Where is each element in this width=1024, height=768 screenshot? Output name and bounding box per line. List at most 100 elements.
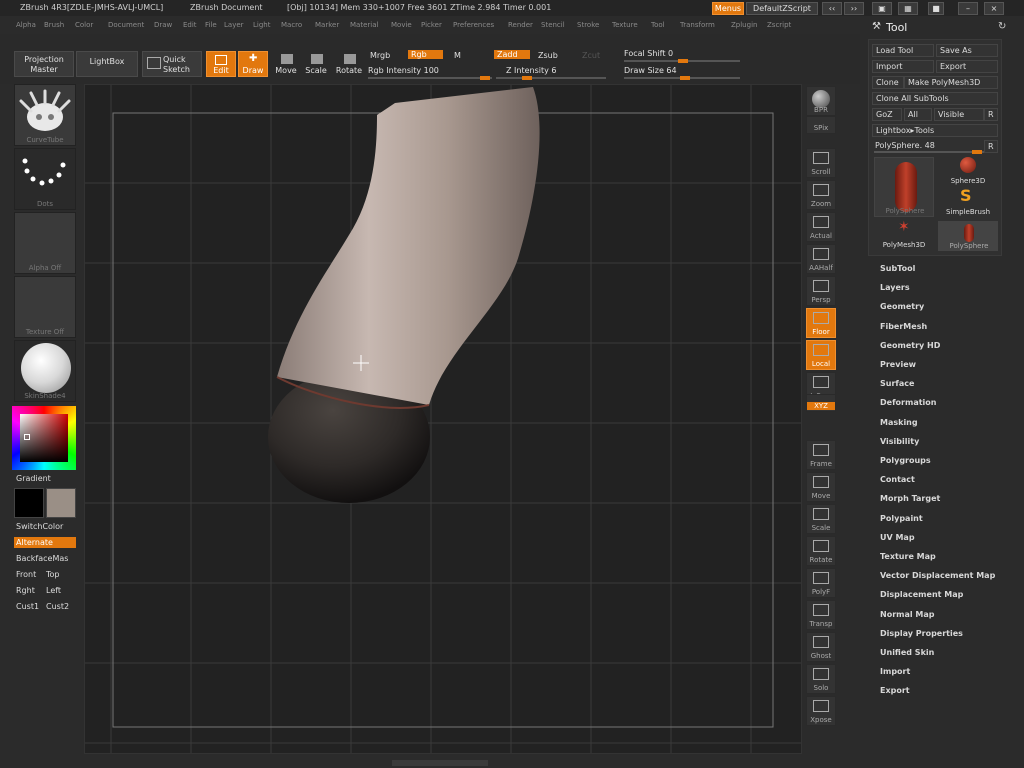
menu-stroke[interactable]: Stroke — [577, 21, 599, 29]
draw-button[interactable]: ✚ Draw — [238, 51, 268, 77]
secondary-color-swatch[interactable] — [46, 488, 76, 518]
minimize-icon[interactable]: – — [958, 2, 978, 15]
section-polygroups[interactable]: Polygroups — [880, 456, 931, 465]
right-view-button[interactable]: Rght — [14, 585, 37, 596]
top-view-button[interactable]: Top — [44, 569, 62, 580]
section-deformation[interactable]: Deformation — [880, 398, 936, 407]
rgb-toggle[interactable]: Rgb — [408, 50, 443, 59]
front-view-button[interactable]: Front — [14, 569, 38, 580]
focal-shift-knob[interactable] — [678, 59, 688, 63]
menu-tool[interactable]: Tool — [651, 21, 665, 29]
section-contact[interactable]: Contact — [880, 475, 915, 484]
primary-color-swatch[interactable] — [14, 488, 44, 518]
zadd-toggle[interactable]: Zadd — [494, 50, 530, 59]
tool-slider-knob[interactable] — [972, 150, 982, 154]
menu-light[interactable]: Light — [253, 21, 270, 29]
draw-size-knob[interactable] — [680, 76, 690, 80]
menu-zplugin[interactable]: Zplugin — [731, 21, 757, 29]
section-import[interactable]: Import — [880, 667, 910, 676]
shelf-spix-button[interactable]: SPix — [806, 116, 836, 134]
bottom-tray-handle[interactable] — [392, 760, 488, 766]
lightbox-button[interactable]: LightBox — [76, 51, 138, 77]
tool-thumb-simplebrush[interactable]: S SimpleBrush — [938, 186, 998, 218]
menu-layer[interactable]: Layer — [224, 21, 244, 29]
custom1-button[interactable]: Cust1 — [14, 601, 41, 612]
tool-thumb-polysphere-small[interactable]: PolySphere — [938, 221, 998, 251]
refresh-icon[interactable]: ↻ — [998, 21, 1006, 32]
menu-stencil[interactable]: Stencil — [541, 21, 565, 29]
tool-slider[interactable] — [874, 150, 984, 154]
switch-color-button[interactable]: SwitchColor — [14, 521, 65, 532]
material-thumbnail[interactable]: SkinShade4 — [14, 340, 76, 402]
arrow-right-icon[interactable]: ›› — [844, 2, 864, 15]
shelf-frame-button[interactable]: Frame — [806, 440, 836, 470]
goz-visible-button[interactable]: Visible — [934, 108, 984, 121]
menu-picker[interactable]: Picker — [421, 21, 442, 29]
rgb-intensity-slider[interactable] — [368, 76, 492, 80]
shelf-polyf-button[interactable]: PolyF — [806, 568, 836, 598]
section-geometry[interactable]: Geometry — [880, 302, 924, 311]
menu-marker[interactable]: Marker — [315, 21, 339, 29]
tool-thumb-polymesh3d[interactable]: ✶ PolyMesh3D — [874, 219, 934, 251]
shelf-transp-button[interactable]: Transp — [806, 600, 836, 630]
zsub-toggle[interactable]: Zsub — [538, 51, 558, 60]
z-intensity-knob[interactable] — [522, 76, 532, 80]
shelf-solo-button[interactable]: Solo — [806, 664, 836, 694]
goz-r-button[interactable]: R — [984, 108, 998, 121]
goz-all-button[interactable]: All — [904, 108, 932, 121]
menu-transform[interactable]: Transform — [680, 21, 715, 29]
section-geometry-hd[interactable]: Geometry HD — [880, 341, 940, 350]
layout-icon[interactable]: ▦ — [898, 2, 918, 15]
menu-edit[interactable]: Edit — [183, 21, 197, 29]
shelf-xpose-button[interactable]: Xpose — [806, 696, 836, 726]
menu-preferences[interactable]: Preferences — [453, 21, 494, 29]
shelf-zoom-button[interactable]: Zoom — [806, 180, 836, 210]
stroke-thumbnail[interactable]: Dots — [14, 148, 76, 210]
section-layers[interactable]: Layers — [880, 283, 910, 292]
z-intensity-slider[interactable] — [496, 76, 606, 80]
clone-all-subtools-button[interactable]: Clone All SubTools — [872, 92, 998, 105]
menu-material[interactable]: Material — [350, 21, 378, 29]
document-canvas[interactable] — [84, 84, 802, 754]
section-display-properties[interactable]: Display Properties — [880, 629, 963, 638]
default-zscript-button[interactable]: DefaultZScript — [746, 2, 818, 15]
menu-document[interactable]: Document — [108, 21, 144, 29]
shelf-ghost-button[interactable]: Ghost — [806, 632, 836, 662]
save-as-button[interactable]: Save As — [936, 44, 998, 57]
menu-brush[interactable]: Brush — [44, 21, 64, 29]
export-button[interactable]: Export — [936, 60, 998, 73]
m-toggle[interactable]: M — [454, 51, 461, 60]
menu-texture[interactable]: Texture — [612, 21, 638, 29]
shelf-xyz-button[interactable]: XYZ — [806, 394, 836, 412]
shelf-scale-button[interactable]: Scale — [806, 504, 836, 534]
menu-alpha[interactable]: Alpha — [16, 21, 36, 29]
backface-mask-button[interactable]: BackfaceMas — [14, 553, 70, 564]
rgb-intensity-knob[interactable] — [480, 76, 490, 80]
gradient-label[interactable]: Gradient — [14, 473, 53, 484]
section-texture-map[interactable]: Texture Map — [880, 552, 936, 561]
section-masking[interactable]: Masking — [880, 418, 918, 427]
shelf-scroll-button[interactable]: Scroll — [806, 148, 836, 178]
quick-sketch-button[interactable]: Quick Sketch — [142, 51, 202, 77]
menus-button[interactable]: Menus — [712, 2, 744, 15]
tool-thumb-polysphere-large[interactable]: PolySphere — [874, 157, 934, 217]
alpha-thumbnail[interactable]: Alpha Off — [14, 212, 76, 274]
brush-thumbnail[interactable]: CurveTube — [14, 84, 76, 146]
tile-icon[interactable]: ▣ — [872, 2, 892, 15]
tool-r-button[interactable]: R — [984, 140, 998, 153]
shelf-move-button[interactable]: Move — [806, 472, 836, 502]
menu-movie[interactable]: Movie — [391, 21, 412, 29]
menu-color[interactable]: Color — [75, 21, 93, 29]
rotate-button[interactable]: Rotate — [334, 51, 364, 77]
scale-button[interactable]: Scale — [302, 51, 330, 77]
goz-button[interactable]: GoZ — [872, 108, 902, 121]
custom2-button[interactable]: Cust2 — [44, 601, 71, 612]
section-export[interactable]: Export — [880, 686, 910, 695]
load-tool-button[interactable]: Load Tool — [872, 44, 934, 57]
arrow-left-icon[interactable]: ‹‹ — [822, 2, 842, 15]
section-polypaint[interactable]: Polypaint — [880, 514, 923, 523]
projection-master-button[interactable]: Projection Master — [14, 51, 74, 77]
menu-render[interactable]: Render — [508, 21, 533, 29]
section-preview[interactable]: Preview — [880, 360, 916, 369]
close-icon[interactable]: × — [984, 2, 1004, 15]
